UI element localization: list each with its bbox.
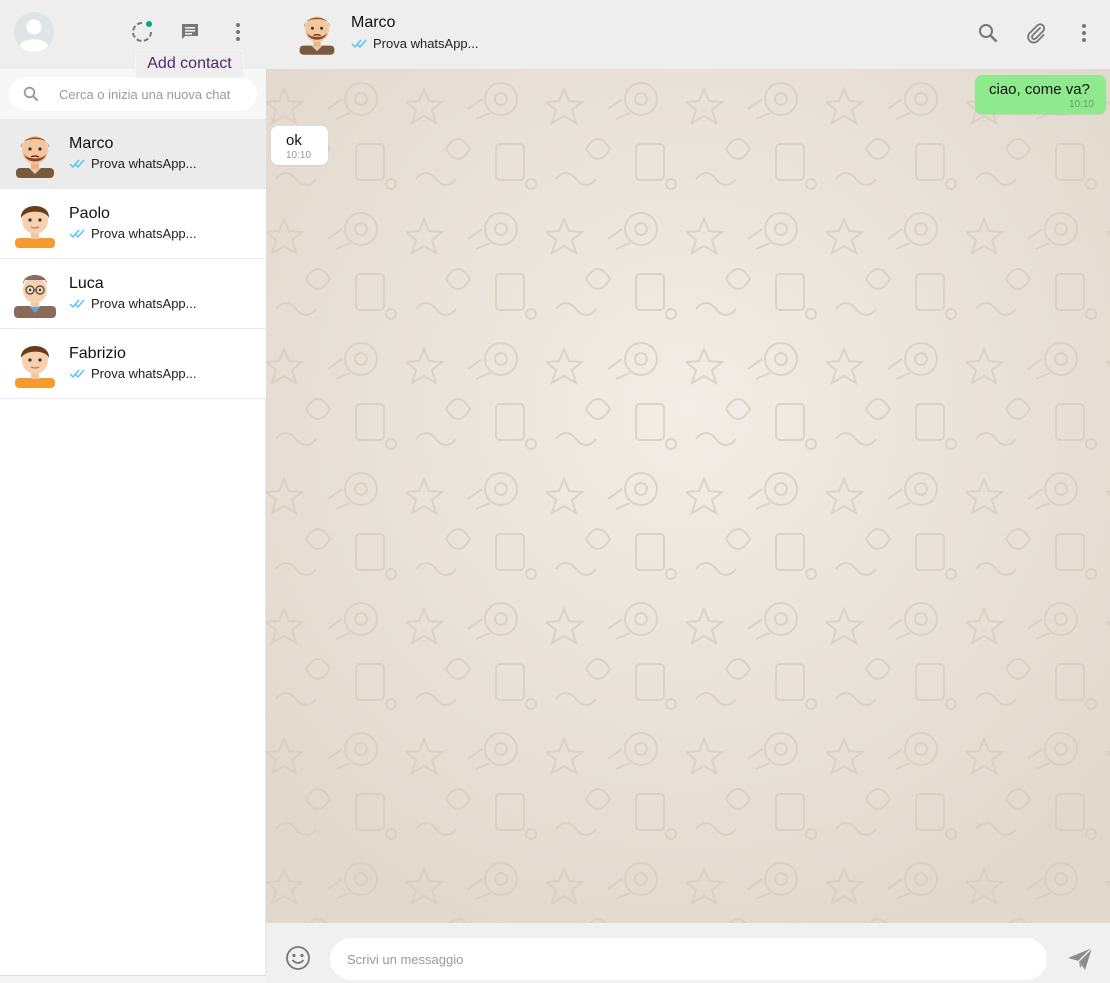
message-text: ok <box>286 132 302 149</box>
profile-avatar[interactable] <box>14 12 54 52</box>
default-profile-icon <box>14 12 54 52</box>
avatar <box>15 206 55 248</box>
chat-preview-text: Prova whatsApp... <box>91 366 197 381</box>
attach-icon <box>1027 23 1046 44</box>
chat-list: Marco Prova whatsApp... Paolo Prova what… <box>0 119 266 399</box>
sidebar: Add contact Cerca o inizia una nuova cha… <box>0 0 487 983</box>
message-field <box>330 938 1047 980</box>
add-contact-tooltip[interactable]: Add contact <box>136 51 243 77</box>
conversation-panel: Marco Prova whatsApp... ciao, come va? 1… <box>266 0 1110 983</box>
search-box <box>9 77 257 111</box>
message-area[interactable]: ciao, come va? 10:10 ok 10:10 <box>266 69 1110 923</box>
chat-item-marco[interactable]: Marco Prova whatsApp... <box>0 119 266 189</box>
chat-preview-text: Prova whatsApp... <box>91 226 197 241</box>
more-vertical-icon <box>1082 24 1086 42</box>
chat-preview-text: Prova whatsApp... <box>91 156 197 171</box>
emoji-icon <box>286 946 310 970</box>
search-messages-button[interactable] <box>975 20 1001 46</box>
chat-name: Paolo <box>69 205 110 222</box>
double-check-icon <box>69 229 85 238</box>
avatar <box>15 346 55 388</box>
double-check-icon <box>351 39 367 48</box>
status-button[interactable] <box>129 19 155 45</box>
double-check-icon <box>69 299 85 308</box>
chat-item-paolo[interactable]: Paolo Prova whatsApp... <box>0 189 266 259</box>
contact-name[interactable]: Marco <box>351 14 395 32</box>
chat-item-fabrizio[interactable]: Fabrizio Prova whatsApp... <box>0 329 266 399</box>
chat-preview-text: Prova whatsApp... <box>91 296 197 311</box>
search-input[interactable] <box>59 83 249 105</box>
search-icon <box>979 24 998 43</box>
message-composer <box>266 923 1110 983</box>
message-input[interactable] <box>347 949 1027 969</box>
chat-preview: Prova whatsApp... <box>69 226 197 241</box>
contact-avatar[interactable] <box>296 5 338 57</box>
conversation-menu-button[interactable] <box>1071 20 1097 46</box>
double-check-icon <box>69 159 85 168</box>
status-icon <box>132 21 152 42</box>
chat-name: Luca <box>69 275 104 292</box>
new-chat-button[interactable] <box>177 19 203 45</box>
outgoing-message[interactable]: ciao, come va? 10:10 <box>975 75 1106 114</box>
message-text: ciao, come va? <box>989 81 1090 98</box>
message-time: 10:10 <box>1068 99 1094 110</box>
contact-status-text: Prova whatsApp... <box>373 36 479 51</box>
avatar <box>14 275 56 318</box>
send-icon <box>1068 947 1093 970</box>
contact-status: Prova whatsApp... <box>351 36 479 51</box>
chat-preview: Prova whatsApp... <box>69 156 197 171</box>
send-button[interactable] <box>1065 944 1095 974</box>
avatar <box>16 136 54 178</box>
new-chat-icon <box>182 24 198 39</box>
incoming-message[interactable]: ok 10:10 <box>271 126 328 165</box>
conversation-header: Marco Prova whatsApp... <box>266 0 1110 69</box>
chat-item-luca[interactable]: Luca Prova whatsApp... <box>0 259 266 329</box>
menu-button[interactable] <box>225 19 251 45</box>
double-check-icon <box>69 369 85 378</box>
chat-name: Marco <box>69 135 114 152</box>
emoji-button[interactable] <box>285 945 311 971</box>
chat-app: Add contact Cerca o inizia una nuova cha… <box>0 0 1110 983</box>
more-vertical-icon <box>236 23 240 41</box>
doodle-wallpaper <box>266 69 1110 923</box>
attach-button[interactable] <box>1023 20 1049 46</box>
chat-preview: Prova whatsApp... <box>69 366 197 381</box>
search-icon <box>23 86 39 102</box>
chat-preview: Prova whatsApp... <box>69 296 197 311</box>
message-time: 10:10 <box>286 150 312 161</box>
chat-name: Fabrizio <box>69 345 126 362</box>
